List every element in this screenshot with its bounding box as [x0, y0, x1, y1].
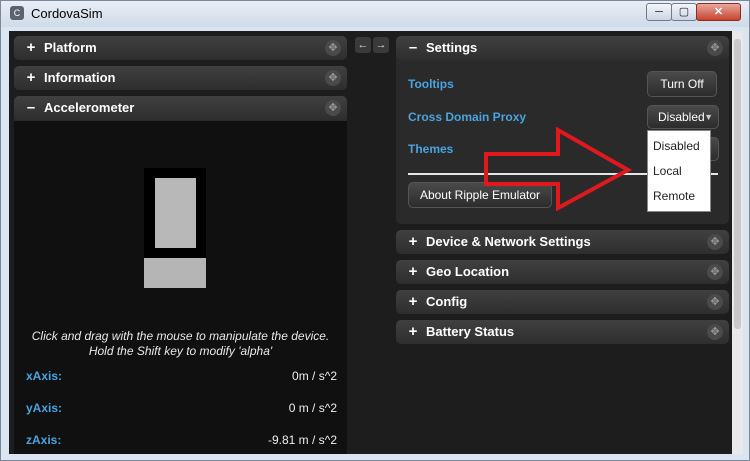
scrollbar-thumb[interactable] — [734, 39, 741, 329]
geo-location-label: Geo Location — [426, 264, 510, 279]
accelerometer-hint: Click and drag with the mouse to manipul… — [14, 329, 347, 359]
move-handle-icon[interactable]: ✥ — [325, 100, 341, 116]
tooltips-toggle-button[interactable]: Turn Off — [647, 71, 717, 97]
hint-line-2: Hold the Shift key to modify 'alpha' — [88, 344, 273, 358]
platform-label: Platform — [44, 40, 97, 55]
information-header[interactable]: + Information ✥ — [14, 66, 347, 90]
move-left-icon[interactable]: ← — [355, 37, 371, 53]
expand-icon: + — [408, 263, 418, 280]
settings-header[interactable]: – Settings ✥ — [396, 36, 729, 60]
settings-label: Settings — [426, 40, 478, 55]
x-axis-value: 0m / s^2 — [292, 369, 337, 383]
collapse-icon: – — [26, 99, 36, 116]
minimize-button[interactable]: ─ — [646, 3, 672, 21]
device-screen — [155, 178, 196, 248]
move-handle-icon[interactable]: ✥ — [707, 324, 723, 340]
y-axis-value: 0 m / s^2 — [288, 401, 337, 415]
config-header[interactable]: + Config ✥ — [396, 290, 729, 314]
expand-icon: + — [26, 69, 36, 86]
z-axis-value: -9.81 m / s^2 — [268, 433, 337, 447]
expand-icon: + — [26, 39, 36, 56]
z-axis-label: zAxis: — [26, 433, 62, 447]
annotation-arrow-icon — [484, 127, 633, 211]
hint-line-1: Click and drag with the mouse to manipul… — [31, 329, 330, 343]
emulator-content: + Platform ✥ + Information ✥ – Accelerom… — [9, 31, 743, 454]
move-handle-icon[interactable]: ✥ — [325, 40, 341, 56]
config-label: Config — [426, 294, 468, 309]
information-label: Information — [44, 70, 116, 85]
device-base — [144, 258, 206, 288]
maximize-button[interactable]: ▢ — [671, 3, 697, 21]
chevron-down-icon: ▼ — [704, 112, 713, 122]
dropdown-option-disabled[interactable]: Disabled — [653, 139, 700, 153]
move-right-icon[interactable]: → — [373, 37, 389, 53]
dropdown-option-local[interactable]: Local — [653, 164, 682, 178]
information-panel: + Information ✥ — [14, 66, 347, 90]
themes-label: Themes — [408, 142, 454, 156]
expand-icon: + — [408, 233, 418, 250]
accelerometer-header[interactable]: – Accelerometer ✥ — [14, 96, 347, 120]
panel-move-arrows: ← → — [355, 37, 391, 53]
title-bar[interactable]: C CordovaSim ─ ▢ ✕ — [1, 1, 749, 27]
device-network-settings-header[interactable]: + Device & Network Settings ✥ — [396, 230, 729, 254]
battery-status-label: Battery Status — [426, 324, 515, 339]
expand-icon: + — [408, 323, 418, 340]
move-handle-icon[interactable]: ✥ — [707, 264, 723, 280]
app-icon: C — [10, 6, 24, 20]
proxy-dropdown-menu: Disabled Local Remote — [647, 130, 711, 212]
move-handle-icon[interactable]: ✥ — [707, 234, 723, 250]
move-handle-icon[interactable]: ✥ — [707, 294, 723, 310]
device-network-settings-label: Device & Network Settings — [426, 234, 591, 249]
move-handle-icon[interactable]: ✥ — [707, 40, 723, 56]
tooltips-label: Tooltips — [408, 77, 454, 91]
dropdown-option-remote[interactable]: Remote — [653, 189, 695, 203]
geo-location-header[interactable]: + Geo Location ✥ — [396, 260, 729, 284]
x-axis-label: xAxis: — [26, 369, 63, 383]
proxy-select-value: Disabled — [658, 110, 705, 124]
accelerometer-label: Accelerometer — [44, 100, 135, 115]
battery-status-header[interactable]: + Battery Status ✥ — [396, 320, 729, 344]
cross-domain-proxy-label: Cross Domain Proxy — [408, 110, 527, 124]
collapse-icon: – — [408, 39, 418, 56]
expand-icon: + — [408, 293, 418, 310]
y-axis-label: yAxis: — [26, 401, 63, 415]
window-title: CordovaSim — [31, 6, 103, 21]
move-handle-icon[interactable]: ✥ — [325, 70, 341, 86]
proxy-select[interactable]: Disabled ▼ — [647, 105, 719, 129]
close-button[interactable]: ✕ — [696, 3, 741, 21]
app-window: C CordovaSim ─ ▢ ✕ + Platform ✥ + Inform… — [0, 0, 750, 461]
platform-panel: + Platform ✥ — [14, 36, 347, 60]
platform-header[interactable]: + Platform ✥ — [14, 36, 347, 60]
